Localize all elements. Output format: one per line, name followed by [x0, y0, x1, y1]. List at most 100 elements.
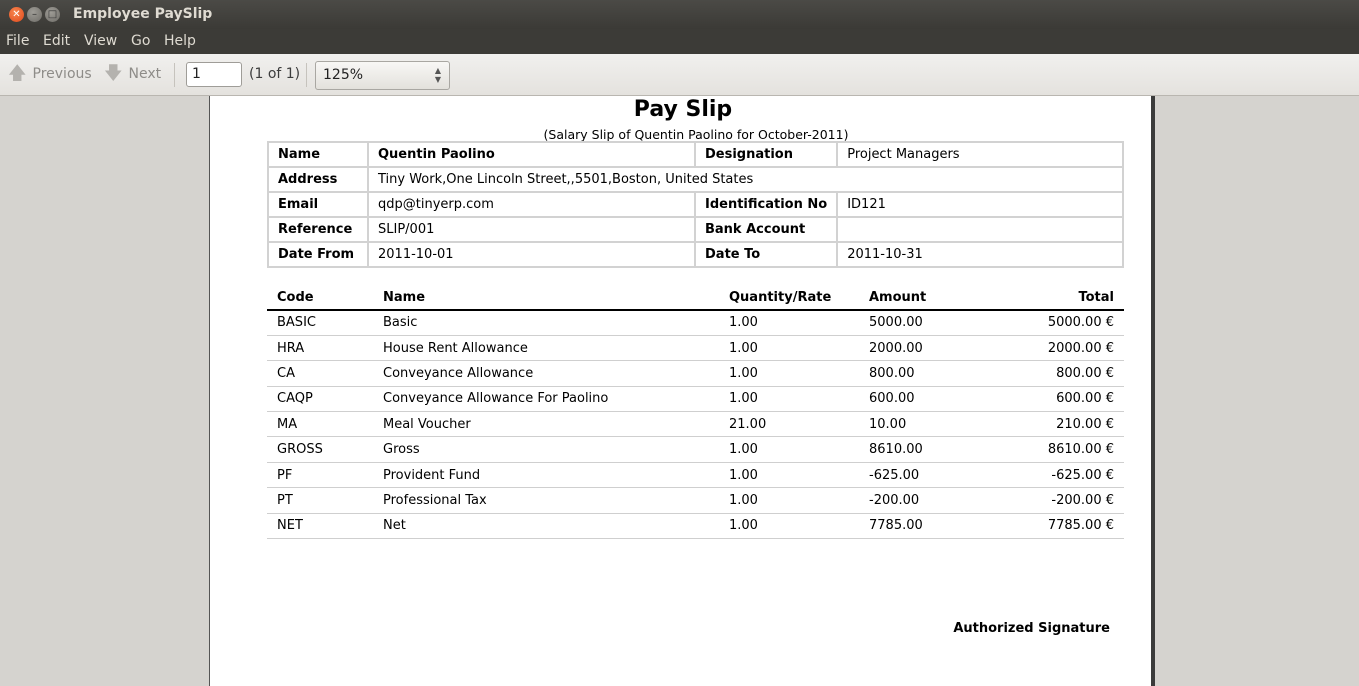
bank-account-value — [836, 216, 1124, 243]
close-icon[interactable]: ✕ — [9, 7, 24, 22]
menu-file[interactable]: File — [6, 33, 29, 49]
toolbar-separator — [174, 63, 175, 87]
document-page: Pay Slip (Salary Slip of Quentin Paolino… — [209, 96, 1155, 686]
line-total: 8610.00 € — [987, 436, 1124, 463]
reference-value: SLIP/001 — [367, 216, 696, 243]
table-row: MA Meal Voucher 21.00 10.00 210.00 € — [267, 411, 1124, 438]
menu-edit[interactable]: Edit — [43, 33, 70, 49]
line-code: HRA — [267, 335, 373, 362]
info-row: Name Quentin Paolino Designation Project… — [267, 141, 1124, 168]
line-total: 600.00 € — [987, 386, 1124, 413]
table-row: PF Provident Fund 1.00 -625.00 -625.00 € — [267, 462, 1124, 489]
line-amount: -625.00 — [859, 462, 987, 489]
line-quantity: 1.00 — [719, 360, 859, 387]
column-header-code: Code — [267, 285, 373, 311]
line-amount: 10.00 — [859, 411, 987, 438]
info-label: Date From — [267, 241, 369, 268]
line-code: CAQP — [267, 386, 373, 413]
line-quantity: 1.00 — [719, 436, 859, 463]
line-amount: 7785.00 — [859, 513, 987, 540]
menu-help[interactable]: Help — [164, 33, 196, 49]
email-value: qdp@tinyerp.com — [367, 191, 696, 218]
authorized-signature: Authorized Signature — [953, 621, 1110, 636]
line-amount: 800.00 — [859, 360, 987, 387]
line-quantity: 21.00 — [719, 411, 859, 438]
info-label: Name — [267, 141, 369, 168]
line-name: Gross — [373, 436, 719, 463]
line-code: PT — [267, 487, 373, 514]
info-row: Reference SLIP/001 Bank Account — [267, 216, 1124, 243]
date-to-value: 2011-10-31 — [836, 241, 1124, 268]
line-total: -625.00 € — [987, 462, 1124, 489]
document-subtitle: (Salary Slip of Quentin Paolino for Octo… — [543, 127, 849, 142]
line-quantity: 1.00 — [719, 487, 859, 514]
line-name: Provident Fund — [373, 462, 719, 489]
line-code: CA — [267, 360, 373, 387]
line-name: Net — [373, 513, 719, 540]
info-label: Bank Account — [693, 216, 839, 243]
toolbar: 🡅 Previous 🡇 Next 1 (1 of 1) 125% ▲ ▼ — [0, 54, 1359, 96]
window-title: Employee PaySlip — [73, 6, 213, 22]
column-header-total: Total — [987, 285, 1124, 311]
line-total: -200.00 € — [987, 487, 1124, 514]
info-label: Designation — [693, 141, 839, 168]
zoom-select[interactable]: 125% ▲ ▼ — [315, 61, 450, 90]
line-name: Conveyance Allowance — [373, 360, 719, 387]
line-total: 7785.00 € — [987, 513, 1124, 540]
line-quantity: 1.00 — [719, 462, 859, 489]
line-name: Conveyance Allowance For Paolino — [373, 386, 719, 413]
page-count: (1 of 1) — [249, 66, 301, 82]
menu-go[interactable]: Go — [131, 33, 150, 49]
arrow-down-icon: 🡇 — [104, 63, 123, 84]
line-code: PF — [267, 462, 373, 489]
column-header-name: Name — [373, 285, 719, 311]
line-total: 210.00 € — [987, 411, 1124, 438]
line-amount: -200.00 — [859, 487, 987, 514]
window-titlebar: ✕ – □ Employee PaySlip — [0, 0, 1359, 29]
line-quantity: 1.00 — [719, 386, 859, 413]
toolbar-separator — [306, 63, 307, 87]
line-name: House Rent Allowance — [373, 335, 719, 362]
table-row: HRA House Rent Allowance 1.00 2000.00 2000.0… — [267, 335, 1124, 362]
previous-button[interactable]: 🡅 Previous — [8, 65, 92, 83]
designation-value: Project Managers — [836, 141, 1124, 168]
minimize-icon[interactable]: – — [27, 7, 42, 22]
line-code: NET — [267, 513, 373, 540]
line-name: Professional Tax — [373, 487, 719, 514]
table-row: CA Conveyance Allowance 1.00 800.00 800.00 € — [267, 360, 1124, 387]
column-header-qty: Quantity/Rate — [719, 285, 859, 311]
line-total: 5000.00 € — [987, 310, 1124, 336]
line-quantity: 1.00 — [719, 335, 859, 362]
line-total: 2000.00 € — [987, 335, 1124, 362]
info-row: Address Tiny Work,One Lincoln Street,,55… — [267, 166, 1124, 193]
line-code: MA — [267, 411, 373, 438]
line-amount: 8610.00 — [859, 436, 987, 463]
line-total: 800.00 € — [987, 360, 1124, 387]
arrow-up-icon: 🡅 — [8, 63, 27, 84]
menu-view[interactable]: View — [84, 33, 117, 49]
table-row: PT Professional Tax 1.00 -200.00 -200.00 € — [267, 487, 1124, 514]
previous-label: Previous — [32, 66, 92, 82]
line-name: Basic — [373, 310, 719, 336]
document-viewer[interactable]: Pay Slip (Salary Slip of Quentin Paolino… — [0, 96, 1359, 686]
employee-info-table: Name Quentin Paolino Designation Project… — [267, 141, 1124, 268]
date-from-value: 2011-10-01 — [367, 241, 696, 268]
info-label: Date To — [693, 241, 839, 268]
page-number-input[interactable]: 1 — [186, 62, 242, 87]
info-row: Email qdp@tinyerp.com Identification No … — [267, 191, 1124, 218]
line-quantity: 1.00 — [719, 513, 859, 540]
column-header-amount: Amount — [859, 285, 987, 311]
employee-name: Quentin Paolino — [367, 141, 696, 168]
line-code: BASIC — [267, 310, 373, 336]
info-row: Date From 2011-10-01 Date To 2011-10-31 — [267, 241, 1124, 268]
line-quantity: 1.00 — [719, 310, 859, 336]
table-row: NET Net 1.00 7785.00 7785.00 € — [267, 513, 1124, 540]
payslip-lines-table: Code Name Quantity/Rate Amount Total BAS… — [267, 285, 1124, 540]
line-amount: 5000.00 — [859, 310, 987, 336]
info-label: Address — [267, 166, 369, 193]
zoom-value: 125% — [323, 67, 364, 83]
next-button[interactable]: 🡇 Next — [104, 65, 161, 83]
table-row: BASIC Basic 1.00 5000.00 5000.00 € — [267, 310, 1124, 336]
info-label: Identification No — [693, 191, 839, 218]
maximize-icon[interactable]: □ — [45, 7, 60, 22]
